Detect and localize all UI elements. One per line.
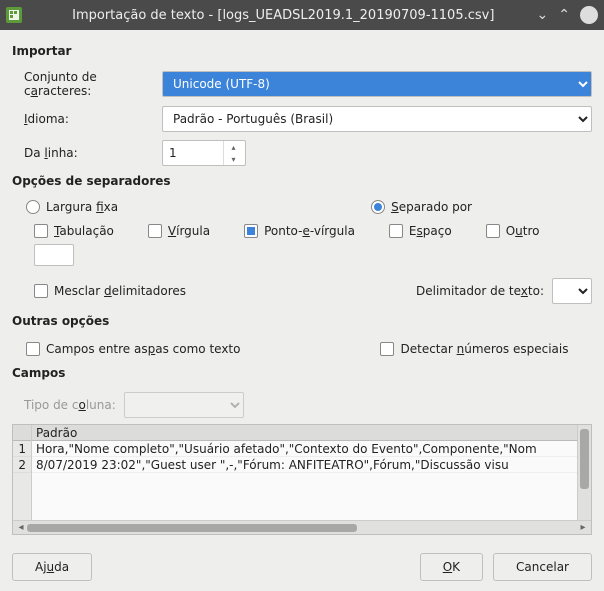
- text-delim-label: Delimitador de texto:: [416, 284, 544, 298]
- preview-grid: 1 2 Padrão Hora,"Nome completo","Usuário…: [12, 424, 592, 535]
- language-select[interactable]: Padrão - Português (Brasil): [162, 106, 592, 132]
- column-header[interactable]: Padrão: [32, 425, 577, 441]
- section-fields: Campos: [12, 366, 592, 380]
- other-separator-input[interactable]: [34, 244, 74, 266]
- spin-down-icon[interactable]: ▾: [224, 153, 243, 165]
- checkbox-comma[interactable]: Vírgula: [148, 224, 210, 238]
- preview-row[interactable]: Hora,"Nome completo","Usuário afetado","…: [32, 441, 577, 457]
- checkbox-other[interactable]: Outro: [486, 224, 540, 238]
- checkbox-space[interactable]: Espaço: [389, 224, 452, 238]
- scroll-left-icon[interactable]: ◂: [15, 522, 27, 533]
- cancel-button[interactable]: Cancelar: [493, 553, 592, 581]
- line-number-column: 1 2: [13, 425, 32, 520]
- minimize-icon[interactable]: ⌄: [537, 7, 549, 23]
- spin-up-icon[interactable]: ▴: [224, 141, 243, 153]
- radio-fixed-width[interactable]: Largura fixa: [26, 200, 118, 214]
- vertical-scrollbar[interactable]: [577, 425, 591, 520]
- maximize-icon[interactable]: ⌃: [558, 7, 570, 23]
- preview-row[interactable]: 8/07/2019 23:02","Guest user ",-,"Fórum:…: [32, 457, 577, 473]
- app-icon: [6, 7, 22, 23]
- horizontal-scrollbar[interactable]: ◂ ▸: [13, 520, 591, 534]
- column-type-label: Tipo de coluna:: [24, 398, 116, 412]
- checkbox-tab[interactable]: Tabulação: [34, 224, 114, 238]
- from-line-label: Da linha:: [12, 146, 162, 160]
- ok-button[interactable]: OK: [420, 553, 483, 581]
- dialog-content: Importar Conjunto de caracteres: Unicode…: [0, 30, 604, 543]
- help-button[interactable]: Ajuda: [12, 553, 92, 581]
- checkbox-merge[interactable]: Mesclar delimitadores: [34, 284, 186, 298]
- section-separators: Opções de separadores: [12, 174, 592, 188]
- titlebar: Importação de texto - [logs_UEADSL2019.1…: [0, 0, 604, 30]
- language-label: Idioma:: [12, 112, 162, 126]
- data-column[interactable]: Padrão Hora,"Nome completo","Usuário afe…: [32, 425, 577, 520]
- close-icon[interactable]: ✕: [580, 6, 598, 24]
- from-line-input[interactable]: [163, 141, 223, 165]
- checkbox-detect-numbers[interactable]: Detectar números especiais: [380, 342, 568, 356]
- charset-select[interactable]: Unicode (UTF-8): [162, 71, 592, 97]
- checkbox-semicolon[interactable]: Ponto-e-vírgula: [244, 224, 355, 238]
- radio-separated-by[interactable]: Separado por: [371, 200, 472, 214]
- button-bar: Ajuda OK Cancelar: [0, 543, 604, 591]
- window-buttons: ⌄ ⌃ ✕: [537, 6, 598, 24]
- section-import: Importar: [12, 44, 592, 58]
- window-title: Importação de texto - [logs_UEADSL2019.1…: [30, 8, 537, 23]
- charset-label: Conjunto de caracteres:: [12, 70, 162, 98]
- from-line-spinbox[interactable]: ▴ ▾: [162, 140, 246, 166]
- checkbox-quoted-as-text[interactable]: Campos entre aspas como texto: [26, 342, 240, 356]
- section-other: Outras opções: [12, 314, 592, 328]
- scroll-right-icon[interactable]: ▸: [577, 522, 589, 533]
- column-type-select: [124, 392, 244, 418]
- text-delim-select[interactable]: [552, 278, 592, 304]
